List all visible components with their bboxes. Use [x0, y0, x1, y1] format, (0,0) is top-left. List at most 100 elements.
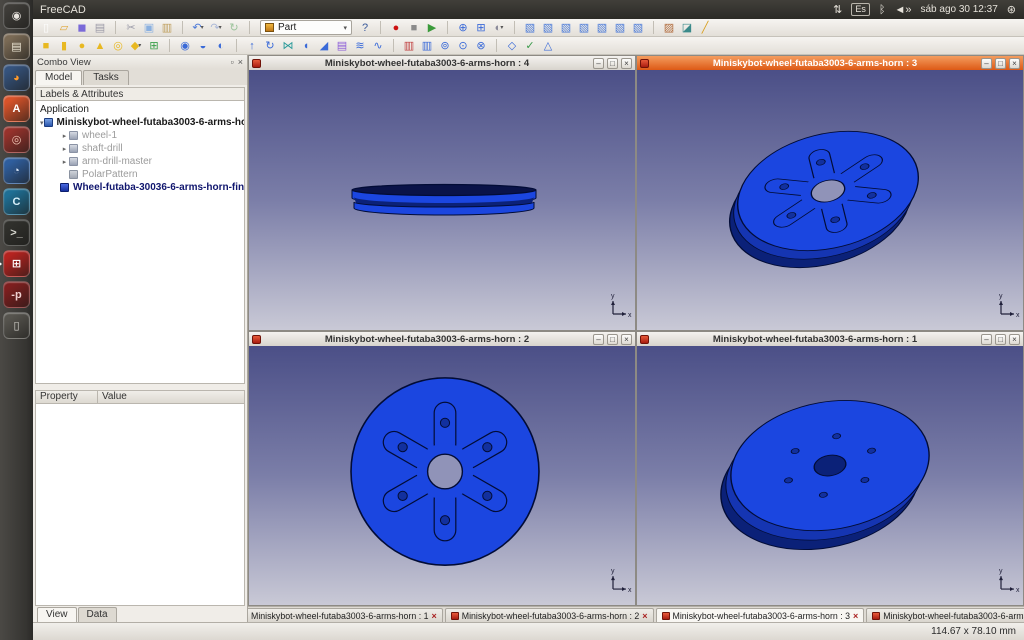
- trash-icon[interactable]: ▯: [3, 312, 30, 339]
- panel-close-icon[interactable]: ×: [238, 57, 243, 67]
- expander-closed-icon[interactable]: ▸: [60, 145, 69, 153]
- refresh-icon[interactable]: ↻: [225, 20, 243, 36]
- view-rear-icon[interactable]: ▧: [593, 20, 611, 36]
- macro-stop-icon[interactable]: ■: [405, 20, 423, 36]
- session-menu-icon[interactable]: ⊛: [1007, 3, 1016, 16]
- clipping-plane-icon[interactable]: ◪: [678, 20, 696, 36]
- property-column-header[interactable]: Property: [36, 391, 98, 403]
- tree-item-wheel-final[interactable]: Wheel-futaba-30036-6-arms-horn-final: [36, 181, 244, 194]
- tab-data[interactable]: Data: [78, 607, 117, 622]
- undo-icon[interactable]: ↶▾: [189, 20, 207, 36]
- revolve-icon[interactable]: ↻: [261, 38, 279, 54]
- fillet-icon[interactable]: ◖: [297, 38, 315, 54]
- bluetooth-icon[interactable]: ᛒ: [879, 4, 886, 16]
- thickness-icon[interactable]: ⊗: [472, 38, 490, 54]
- value-column-header[interactable]: Value: [98, 391, 244, 403]
- zoom-box-icon[interactable]: ⊞: [472, 20, 490, 36]
- restore-button[interactable]: □: [607, 334, 618, 345]
- p-app-icon[interactable]: -p: [3, 281, 30, 308]
- window-titlebar[interactable]: Miniskybot-wheel-futaba3003-6-arms-horn …: [249, 332, 635, 346]
- viewport-isometric-front[interactable]: xy: [637, 70, 1023, 330]
- restore-button[interactable]: □: [995, 58, 1006, 69]
- close-button[interactable]: ×: [621, 58, 632, 69]
- chamfer-icon[interactable]: ◢: [315, 38, 333, 54]
- taskbar-tab-2[interactable]: Miniskybot-wheel-futaba3003-6-arms-horn …: [445, 608, 654, 623]
- tab-tasks[interactable]: Tasks: [83, 70, 129, 85]
- keyboard-layout-indicator[interactable]: Es: [851, 3, 870, 16]
- code-app-icon[interactable]: C: [3, 188, 30, 215]
- dash-home-icon[interactable]: ◉: [3, 2, 30, 29]
- save-icon[interactable]: ◼: [73, 20, 91, 36]
- tree-item-polarpattern[interactable]: PolarPattern: [36, 168, 244, 181]
- firefox-icon[interactable]: ◕: [3, 64, 30, 91]
- new-file-icon[interactable]: ▯: [37, 20, 55, 36]
- part-sphere-icon[interactable]: ●: [73, 38, 91, 54]
- sweep-icon[interactable]: ∿: [369, 38, 387, 54]
- files-icon[interactable]: ▤: [3, 33, 30, 60]
- volume-icon[interactable]: ◄»: [894, 4, 911, 16]
- offset-3d-icon[interactable]: ⊚: [436, 38, 454, 54]
- terminal-icon[interactable]: >_: [3, 219, 30, 246]
- cross-sections-icon[interactable]: ▥: [418, 38, 436, 54]
- print-icon[interactable]: ▤: [91, 20, 109, 36]
- part-primitives-icon[interactable]: ◆▾: [127, 38, 145, 54]
- tree-item-arm-drill-master[interactable]: ▸ arm-drill-master: [36, 155, 244, 168]
- view-isometric-icon[interactable]: ▧: [521, 20, 539, 36]
- whatsthis-icon[interactable]: ?: [356, 20, 374, 36]
- mirror-icon[interactable]: ⋈: [279, 38, 297, 54]
- minimize-button[interactable]: –: [981, 334, 992, 345]
- measure-icon[interactable]: ╱: [696, 20, 714, 36]
- freecad-icon[interactable]: ⊞: [3, 250, 30, 277]
- clock[interactable]: sáb ago 30 12:37: [920, 4, 997, 15]
- workbench-selector[interactable]: Part ▾: [260, 20, 352, 35]
- offset-2d-icon[interactable]: ⊙: [454, 38, 472, 54]
- open-file-icon[interactable]: ▱: [55, 20, 73, 36]
- window-titlebar[interactable]: Miniskybot-wheel-futaba3003-6-arms-horn …: [249, 56, 635, 70]
- sync-indicator-icon[interactable]: ⇅: [833, 3, 842, 16]
- close-icon[interactable]: ×: [642, 611, 647, 621]
- expander-closed-icon[interactable]: ▸: [60, 132, 69, 140]
- mdi-window-3[interactable]: Miniskybot-wheel-futaba3003-6-arms-horn …: [636, 55, 1024, 331]
- software-center-icon[interactable]: ◎: [3, 126, 30, 153]
- tree-item-shaft-drill[interactable]: ▸ shaft-drill: [36, 142, 244, 155]
- viewport-front-view[interactable]: xy: [249, 346, 635, 605]
- texture-icon[interactable]: ▨: [660, 20, 678, 36]
- close-button[interactable]: ×: [1009, 58, 1020, 69]
- panel-float-icon[interactable]: ▫: [231, 57, 234, 67]
- extrude-icon[interactable]: ↑: [243, 38, 261, 54]
- tab-model[interactable]: Model: [35, 70, 82, 85]
- messaging-icon[interactable]: ◔: [3, 157, 30, 184]
- mdi-window-1[interactable]: Miniskybot-wheel-futaba3003-6-arms-horn …: [636, 331, 1024, 606]
- close-button[interactable]: ×: [1009, 334, 1020, 345]
- macro-record-icon[interactable]: ●: [387, 20, 405, 36]
- close-icon[interactable]: ×: [431, 611, 436, 621]
- shape-builder-icon[interactable]: ⊞: [145, 38, 163, 54]
- viewport-isometric-back[interactable]: xy: [637, 346, 1023, 605]
- view-right-icon[interactable]: ▧: [575, 20, 593, 36]
- restore-button[interactable]: □: [607, 58, 618, 69]
- copy-icon[interactable]: ▣: [140, 20, 158, 36]
- ruled-surface-icon[interactable]: ▤: [333, 38, 351, 54]
- defeaturing-icon[interactable]: △: [539, 38, 557, 54]
- cut-icon[interactable]: ✂: [122, 20, 140, 36]
- close-icon[interactable]: ×: [853, 611, 858, 621]
- view-front-icon[interactable]: ▧: [539, 20, 557, 36]
- window-titlebar[interactable]: Miniskybot-wheel-futaba3003-6-arms-horn …: [637, 332, 1023, 346]
- mdi-window-2[interactable]: Miniskybot-wheel-futaba3003-6-arms-horn …: [248, 331, 636, 606]
- taskbar-tab-4[interactable]: Miniskybot-wheel-futaba3003-6-arms-horn …: [866, 608, 1024, 623]
- view-left-icon[interactable]: ▧: [629, 20, 647, 36]
- expander-open-icon[interactable]: ▾: [40, 119, 44, 127]
- view-top-icon[interactable]: ▧: [557, 20, 575, 36]
- tab-view[interactable]: View: [37, 607, 77, 622]
- view-bottom-icon[interactable]: ▧: [611, 20, 629, 36]
- part-cylinder-icon[interactable]: ▮: [55, 38, 73, 54]
- fit-all-icon[interactable]: ⊕: [454, 20, 472, 36]
- minimize-button[interactable]: –: [593, 58, 604, 69]
- close-button[interactable]: ×: [621, 334, 632, 345]
- libreoffice-icon[interactable]: A: [3, 95, 30, 122]
- part-torus-icon[interactable]: ◎: [109, 38, 127, 54]
- part-box-icon[interactable]: ■: [37, 38, 55, 54]
- paste-icon[interactable]: ▥: [158, 20, 176, 36]
- minimize-button[interactable]: –: [981, 58, 992, 69]
- check-geometry-icon[interactable]: ✓: [521, 38, 539, 54]
